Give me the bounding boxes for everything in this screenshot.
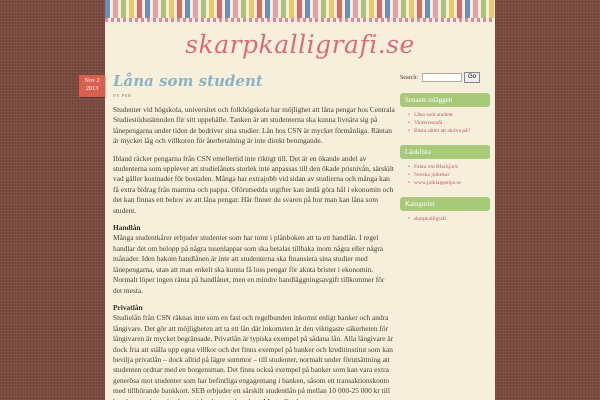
search-form: Search: Go bbox=[400, 72, 490, 83]
blogroll-link[interactable]: Norska julkekar bbox=[414, 172, 449, 178]
post-date-badge: Nov 2 2013 bbox=[79, 75, 105, 97]
category-link[interactable]: skarpkalligrafi bbox=[414, 216, 446, 222]
post-paragraph: Studenter vid högskola, universitet och … bbox=[113, 105, 395, 146]
recent-post-link[interactable]: Låna som student bbox=[414, 112, 453, 118]
header-stripes bbox=[105, 0, 495, 22]
sidebar: Search: Go Senaste inläggen Låna som stu… bbox=[400, 72, 490, 223]
recent-post-link[interactable]: Bästa sättet att skriva på? bbox=[414, 128, 470, 134]
list-item: www.julklappstips.se bbox=[408, 179, 490, 187]
widget-title: Senaste inläggen bbox=[400, 93, 490, 107]
post-date-day: Nov 2 bbox=[84, 77, 100, 84]
list-item: Bästa sättet att skriva på? bbox=[408, 127, 490, 135]
list-item: skarpkalligrafi bbox=[408, 215, 490, 223]
blogroll-link[interactable]: Fakta om Blackjack bbox=[414, 164, 458, 170]
list-item: Fakta om Blackjack bbox=[408, 163, 490, 171]
post-paragraph: Många studentkårer erbjuder studenter so… bbox=[113, 233, 385, 295]
page: skarpkalligrafi.se Låna som student BY P… bbox=[105, 0, 495, 400]
widget-title: Länklista bbox=[400, 145, 490, 159]
search-button[interactable]: Go bbox=[464, 72, 481, 83]
section-heading: Handlån bbox=[113, 223, 141, 233]
post-byline: BY PER bbox=[113, 93, 132, 98]
post-paragraph: Ibland räcker pengarna från CSN emellert… bbox=[113, 153, 394, 215]
list-item: Vinterresmål bbox=[408, 119, 490, 127]
post-paragraph: Studielån från CSN räknas inte som en fa… bbox=[113, 313, 394, 400]
widget-categories: Kategorier skarpkalligrafi bbox=[400, 197, 490, 223]
blogroll-link[interactable]: www.julklappstips.se bbox=[414, 180, 461, 186]
search-label: Search: bbox=[400, 74, 418, 81]
main-content: Låna som student BY PER Studenter vid hö… bbox=[113, 72, 395, 400]
post-date-year: 2013 bbox=[85, 85, 99, 92]
list-item: Låna som student bbox=[408, 111, 490, 119]
list-item: Norska julkekar bbox=[408, 171, 490, 179]
widget-title: Kategorier bbox=[400, 197, 490, 211]
post-title[interactable]: Låna som student bbox=[113, 72, 395, 90]
section-heading: Privatlån bbox=[113, 302, 143, 312]
recent-post-link[interactable]: Vinterresmål bbox=[414, 120, 442, 126]
widget-recent-posts: Senaste inläggen Låna som student Vinter… bbox=[400, 93, 490, 135]
widget-links: Länklista Fakta om Blackjack Norska julk… bbox=[400, 145, 490, 187]
search-input[interactable] bbox=[422, 73, 462, 82]
site-title[interactable]: skarpkalligrafi.se bbox=[105, 30, 495, 59]
post-body: Studenter vid högskola, universitet och … bbox=[113, 105, 395, 400]
